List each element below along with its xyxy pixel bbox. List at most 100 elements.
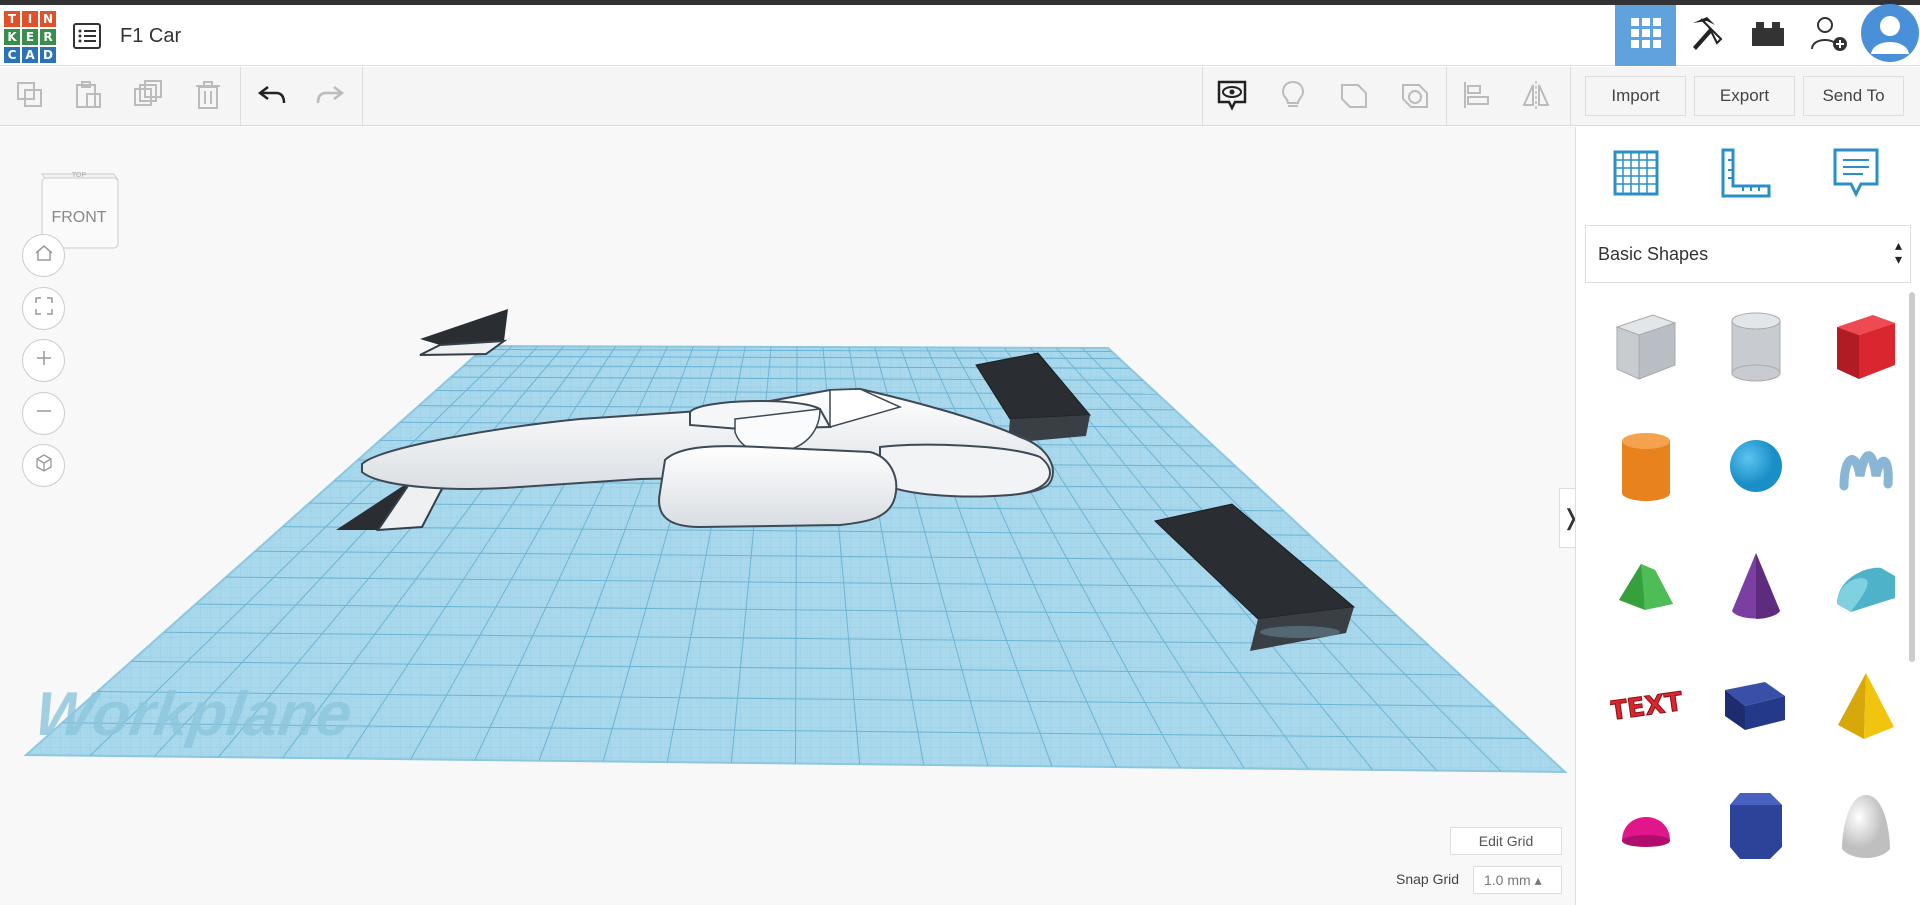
project-title[interactable]: F1 Car (120, 25, 181, 48)
wedge-icon (1725, 682, 1785, 730)
fit-view-icon (33, 295, 55, 322)
paraboloid-icon (1842, 795, 1890, 858)
logo-letter: I (21, 10, 39, 28)
cylinder-hole-icon (1731, 312, 1781, 382)
snap-grid-select[interactable]: 1.0 mm ▴ (1473, 866, 1562, 894)
hole-icon (1399, 79, 1431, 116)
pyramid-icon (1838, 673, 1894, 739)
shape-sphere[interactable] (1711, 421, 1801, 511)
copy-button[interactable] (10, 77, 50, 117)
mirror-button[interactable] (1516, 77, 1556, 117)
shape-category-label: Basic Shapes (1598, 243, 1709, 264)
select-arrows-icon: ▴ ▾ (1894, 237, 1902, 267)
shape-paraboloid[interactable] (1821, 781, 1911, 871)
avatar-icon (1860, 4, 1919, 67)
logo-letter: T (3, 10, 21, 28)
zoom-in-icon (33, 347, 55, 374)
mirror-icon (1520, 79, 1552, 116)
shape-scribble[interactable] (1821, 421, 1911, 511)
bricks-view-button[interactable] (1737, 5, 1798, 66)
zoom-in-button[interactable] (22, 339, 65, 382)
edit-toolbar: Import Export Send To (0, 67, 1920, 126)
workplane-label: Workplane (31, 680, 356, 749)
svg-text:TEXT: TEXT (1610, 687, 1682, 727)
roof-icon (1619, 564, 1673, 610)
account-avatar[interactable] (1859, 4, 1920, 67)
send-to-button[interactable]: Send To (1803, 76, 1904, 116)
tinkercad-logo[interactable]: TINKERCAD (3, 10, 57, 64)
home-view-button[interactable] (22, 234, 65, 277)
shape-wedge[interactable] (1711, 661, 1801, 751)
brick-icon (1750, 18, 1786, 53)
invite-user-button[interactable] (1798, 5, 1859, 66)
undo-button[interactable] (252, 77, 292, 117)
app-header: TINKERCAD F1 Car (0, 4, 1920, 67)
edit-grid-button[interactable]: Edit Grid (1450, 827, 1562, 855)
paste-button[interactable] (68, 77, 108, 117)
logo-letter: C (3, 46, 21, 64)
export-button[interactable]: Export (1694, 76, 1795, 116)
duplicate-button[interactable] (128, 77, 168, 117)
logo-letter: A (21, 46, 39, 64)
shapes-panel: Basic Shapes ▴ ▾ TEXT (1575, 127, 1920, 905)
logo-letter: K (3, 28, 21, 46)
text-icon: TEXT (1610, 687, 1682, 728)
delete-button[interactable] (188, 77, 228, 117)
design-menu-icon[interactable] (72, 21, 102, 51)
shape-polygon[interactable] (1711, 781, 1801, 871)
align-button[interactable] (1456, 77, 1496, 117)
pickaxe-icon (1687, 13, 1727, 58)
duplicate-icon (132, 79, 164, 116)
scribble-icon (1839, 451, 1893, 491)
front-wing-upper[interactable] (419, 309, 508, 356)
add-user-icon (1809, 13, 1849, 58)
notes-visibility-icon (1215, 78, 1249, 117)
shape-pyramid[interactable] (1821, 661, 1911, 751)
3d-canvas[interactable]: Workplane TOP FRONT (0, 127, 1575, 905)
logo-letter: N (39, 10, 57, 28)
box-icon (1837, 315, 1895, 379)
sphere-icon (1730, 440, 1782, 492)
shape-text[interactable]: TEXT (1601, 661, 1691, 751)
shape-category-select[interactable]: Basic Shapes ▴ ▾ (1585, 225, 1911, 283)
cone-icon (1732, 553, 1780, 619)
ruler-tool-button[interactable] (1716, 145, 1776, 205)
perspective-button[interactable] (22, 444, 65, 487)
shape-box[interactable] (1821, 301, 1911, 391)
workplane-tool-button[interactable] (1606, 145, 1666, 205)
panel-scrollbar[interactable] (1909, 292, 1915, 662)
delete-icon (192, 79, 224, 116)
shape-cylinder-hole[interactable] (1711, 301, 1801, 391)
zoom-out-button[interactable] (22, 392, 65, 435)
redo-icon (314, 79, 346, 116)
notes-icon (1829, 146, 1883, 205)
shape-roof[interactable] (1601, 541, 1691, 631)
shape-round-roof[interactable] (1821, 541, 1911, 631)
hole-shape-button[interactable] (1395, 77, 1435, 117)
shape-cylinder[interactable] (1601, 421, 1691, 511)
workplane-scene[interactable]: Workplane (0, 127, 1575, 905)
cylinder-icon (1622, 433, 1670, 501)
logo-letter: D (39, 46, 57, 64)
undo-icon (256, 79, 288, 116)
logo-letter: E (21, 28, 39, 46)
ruler-icon (1719, 146, 1773, 205)
shape-half-sphere[interactable] (1601, 781, 1691, 871)
redo-button[interactable] (310, 77, 350, 117)
notes-tool-button[interactable] (1826, 145, 1886, 205)
minecraft-view-button[interactable] (1676, 5, 1737, 66)
zoom-out-icon (33, 400, 55, 427)
3d-design-view-button[interactable] (1615, 5, 1676, 66)
home-icon (33, 242, 55, 269)
grid-icon (1629, 16, 1663, 55)
round-roof-icon (1837, 567, 1895, 612)
shape-box-hole[interactable] (1601, 301, 1691, 391)
solid-shape-button[interactable] (1334, 77, 1374, 117)
snap-grid-label: Snap Grid (1396, 871, 1460, 887)
shape-cone[interactable] (1711, 541, 1801, 631)
fit-view-button[interactable] (22, 287, 65, 330)
notes-visibility-button[interactable] (1212, 77, 1252, 117)
viewcube-top-label: TOP (72, 172, 87, 179)
import-button[interactable]: Import (1585, 76, 1686, 116)
light-button[interactable] (1273, 77, 1313, 117)
